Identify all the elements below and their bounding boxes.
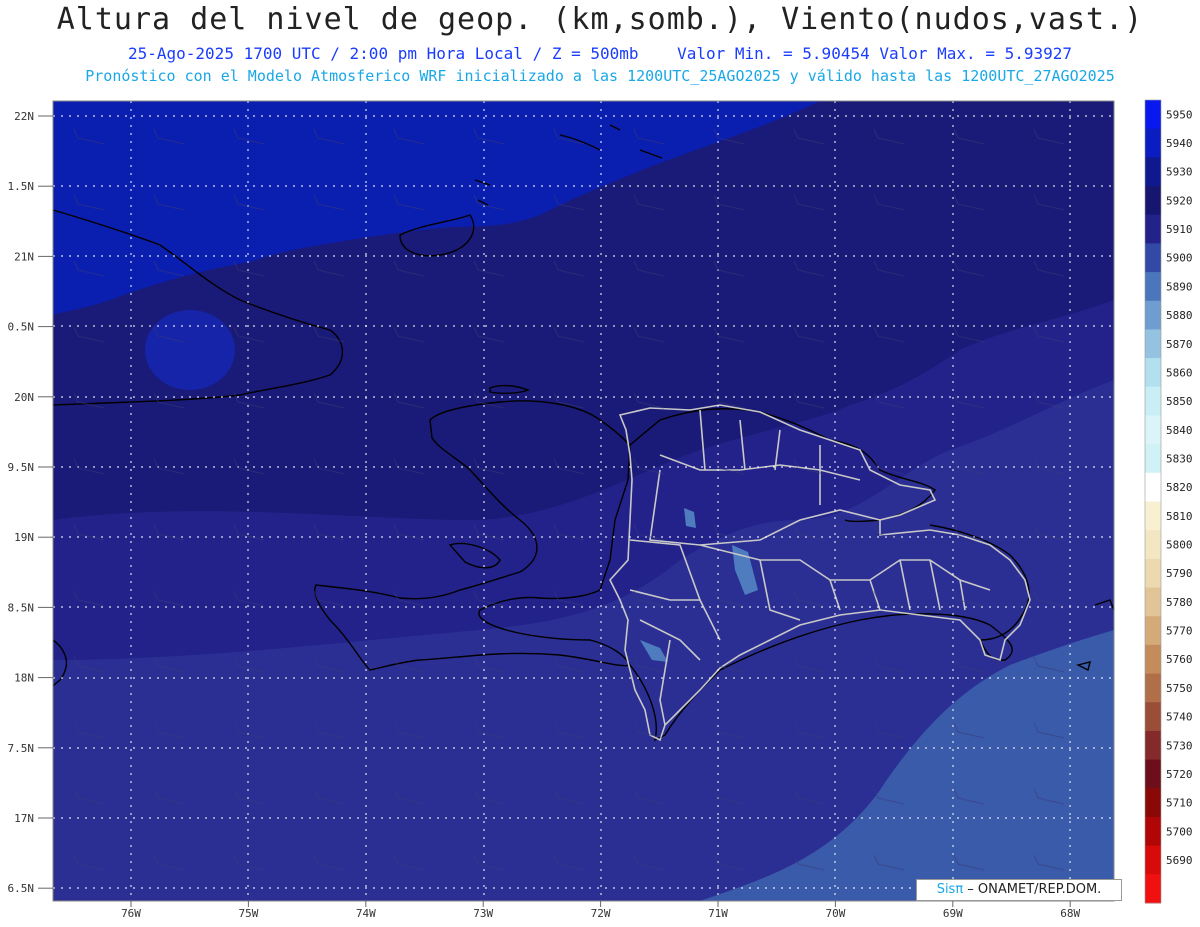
- colorbar-level-label: 5770: [1166, 625, 1193, 638]
- colorbar-level-label: 5730: [1166, 739, 1193, 752]
- colorbar-swatch: [1145, 214, 1161, 244]
- lat-label: 1.5N: [8, 180, 35, 193]
- lat-label: 18N: [14, 672, 34, 685]
- colorbar-swatch: [1145, 616, 1161, 646]
- colorbar-level-label: 5690: [1166, 854, 1193, 867]
- lon-label: 75W: [238, 907, 258, 920]
- colorbar-level-label: 5750: [1166, 682, 1193, 695]
- colorbar-level-label: 5930: [1166, 166, 1193, 179]
- colorbar-level-label: 5910: [1166, 223, 1193, 236]
- colorbar-swatch: [1145, 272, 1161, 302]
- colorbar-level-label: 5790: [1166, 567, 1193, 580]
- colorbar-swatch: [1145, 816, 1161, 847]
- colorbar-level-label: 5810: [1166, 510, 1193, 523]
- colorbar-level-label: 5710: [1166, 797, 1193, 810]
- colorbar-swatch: [1145, 472, 1161, 502]
- colorbar-level-label: 5700: [1166, 825, 1193, 838]
- colorbar-level-label: 5860: [1166, 366, 1193, 379]
- colorbar-level-label: 5940: [1166, 137, 1193, 150]
- colorbar-swatch: [1145, 358, 1161, 388]
- colorbar-swatch: [1145, 128, 1161, 158]
- colorbar-level-label: 5740: [1166, 711, 1193, 724]
- lat-label: 6.5N: [8, 882, 35, 895]
- latitude-labels: 22N 1.5N 21N 0.5N 20N 9.5N 19N 8.5N 18N 7.5N 17N 6.…: [8, 110, 53, 895]
- colorbar-swatch: [1145, 415, 1161, 445]
- lon-label: 76W: [121, 907, 141, 920]
- colorbar-level-label: 5720: [1166, 768, 1193, 781]
- colorbar-swatch: [1145, 444, 1161, 474]
- colorbar-level-label: 5820: [1166, 481, 1193, 494]
- colorbar-swatch: [1145, 874, 1161, 904]
- colorbar-swatch: [1145, 673, 1161, 703]
- lon-label: 71W: [708, 907, 728, 920]
- colorbar-swatch: [1145, 501, 1161, 531]
- colorbar-level-label: 5760: [1166, 653, 1193, 666]
- colorbar-swatch: [1145, 243, 1161, 273]
- forecast-map: 22N 1.5N 21N 0.5N 20N 9.5N 19N 8.5N 18N 7.5N 17N 6.…: [8, 99, 1193, 920]
- colorbar-labels: 5950 5940 5930 5920 5910 5900 5890 5880 5870 5860…: [1166, 108, 1193, 867]
- lon-label: 73W: [473, 907, 493, 920]
- colorbar-swatch: [1145, 587, 1161, 617]
- colorbar-level-label: 5870: [1166, 338, 1193, 351]
- lon-label: 70W: [825, 907, 845, 920]
- colorbar-level-label: 5950: [1166, 108, 1193, 121]
- colorbar: [1144, 99, 1162, 904]
- sispi-logo: Sisπ: [936, 882, 964, 897]
- colorbar-swatch: [1145, 644, 1161, 675]
- colorbar-swatch: [1145, 329, 1161, 359]
- lat-label: 8.5N: [8, 601, 35, 614]
- lat-label: 20N: [14, 391, 34, 404]
- colorbar-level-label: 5900: [1166, 252, 1193, 265]
- lon-label: 74W: [356, 907, 376, 920]
- lat-label: 0.5N: [8, 321, 35, 334]
- lat-label: 17N: [14, 812, 34, 825]
- colorbar-swatch: [1145, 386, 1161, 416]
- credit-box: Sisπ – ONAMET/REP.DOM.: [916, 879, 1122, 901]
- lat-label: 7.5N: [8, 742, 35, 755]
- lat-label: 9.5N: [8, 461, 35, 474]
- colorbar-swatch: [1145, 788, 1161, 818]
- lon-label: 69W: [943, 907, 963, 920]
- field-5940-cell: [145, 310, 235, 390]
- colorbar-swatch: [1145, 759, 1161, 789]
- colorbar-level-label: 5840: [1166, 424, 1193, 437]
- lat-label: 22N: [14, 110, 34, 123]
- colorbar-swatch: [1145, 702, 1161, 732]
- lat-label: 19N: [14, 531, 34, 544]
- colorbar-swatch: [1145, 300, 1161, 330]
- colorbar-level-label: 5780: [1166, 596, 1193, 609]
- colorbar-swatch: [1145, 730, 1161, 761]
- longitude-labels: 76W 75W 74W 73W 72W 71W 70W 69W 68W: [121, 901, 1081, 920]
- colorbar-swatch: [1145, 845, 1161, 875]
- colorbar-swatch: [1145, 100, 1161, 130]
- colorbar-level-label: 5850: [1166, 395, 1193, 408]
- colorbar-swatch: [1145, 530, 1161, 560]
- colorbar-swatch: [1145, 157, 1161, 187]
- colorbar-level-label: 5880: [1166, 309, 1193, 322]
- colorbar-swatch: [1145, 186, 1161, 216]
- credit-org: – ONAMET/REP.DOM.: [963, 882, 1102, 897]
- colorbar-level-label: 5800: [1166, 539, 1193, 552]
- colorbar-level-label: 5920: [1166, 194, 1193, 207]
- lon-label: 68W: [1060, 907, 1080, 920]
- colorbar-level-label: 5890: [1166, 280, 1193, 293]
- lat-label: 21N: [14, 250, 34, 263]
- colorbar-swatch: [1145, 558, 1161, 589]
- geopotential-shading: [53, 101, 1114, 901]
- lon-label: 72W: [591, 907, 611, 920]
- colorbar-level-label: 5830: [1166, 452, 1193, 465]
